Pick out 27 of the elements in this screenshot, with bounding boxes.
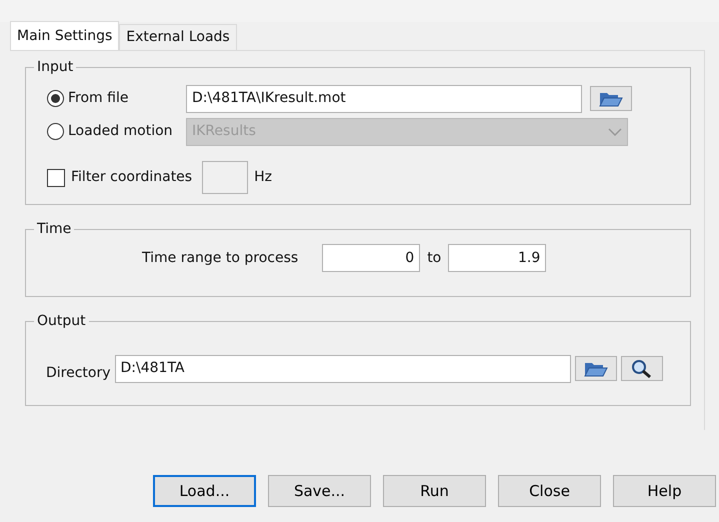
checkbox[interactable]	[47, 168, 65, 186]
checkbox-label: Filter coordinates	[71, 168, 192, 187]
dialog-button[interactable]: Save...	[268, 475, 371, 507]
directory-label: Directory	[46, 364, 111, 383]
to-label: to	[427, 248, 442, 268]
radio-label: From file	[68, 89, 130, 108]
chevron-icon	[608, 128, 622, 136]
radio-label: Loaded motion	[68, 122, 174, 141]
directory-field[interactable]: D:\481TA	[114, 354, 571, 382]
group-title: Output	[34, 312, 89, 330]
file-path-field[interactable]: D:\481TA\IKresult.mot	[186, 84, 582, 112]
dialog-button[interactable]: Help	[613, 475, 716, 507]
dialog-button[interactable]: Load...	[153, 475, 256, 507]
end-time-field[interactable]: 1.9	[448, 244, 546, 272]
unit-label: Hz	[254, 168, 272, 187]
dialog-button[interactable]: Run	[383, 475, 486, 507]
tab[interactable]: Main Settings	[10, 21, 120, 50]
start-time-field[interactable]: 0	[322, 244, 420, 272]
tab[interactable]: External Loads	[119, 24, 237, 50]
folder-icon[interactable]	[590, 86, 632, 111]
radio-button[interactable]	[47, 90, 64, 107]
hz-field[interactable]	[202, 161, 248, 194]
search-icon[interactable]	[620, 356, 663, 381]
dialog-button[interactable]: Close	[498, 475, 601, 507]
folder-icon[interactable]	[574, 356, 617, 381]
group-title: Input	[34, 58, 76, 76]
time-range-label: Time range to process	[142, 248, 298, 268]
